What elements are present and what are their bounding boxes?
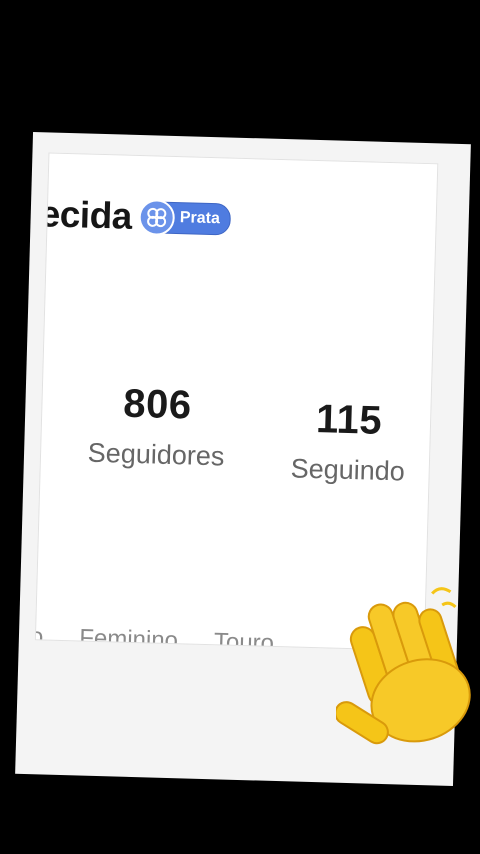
profile-screenshot: ecida Prata 806 Seguidores 115 Seguindo … (34, 152, 439, 652)
profile-tags: o Feminino Touro (35, 623, 275, 651)
tier-label: Prata (179, 209, 221, 228)
tag-item: Touro (213, 628, 275, 652)
profile-name: ecida (39, 193, 133, 237)
tag-item: o (34, 623, 44, 651)
waving-hand-icon (336, 587, 471, 745)
screen: ecida Prata 806 Seguidores 115 Seguindo … (0, 0, 480, 854)
followers-stat[interactable]: 806 Seguidores (71, 380, 243, 473)
profile-header: ecida Prata (39, 193, 232, 240)
ranking-badge-icon (138, 199, 176, 236)
tag-item: Feminino (78, 624, 179, 652)
tier-badge[interactable]: Prata (138, 199, 232, 236)
following-label: Seguindo (290, 453, 406, 487)
following-count: 115 (315, 397, 383, 443)
following-stat[interactable]: 115 Seguindo (272, 396, 424, 488)
followers-count: 806 (122, 381, 193, 428)
followers-label: Seguidores (87, 437, 225, 472)
